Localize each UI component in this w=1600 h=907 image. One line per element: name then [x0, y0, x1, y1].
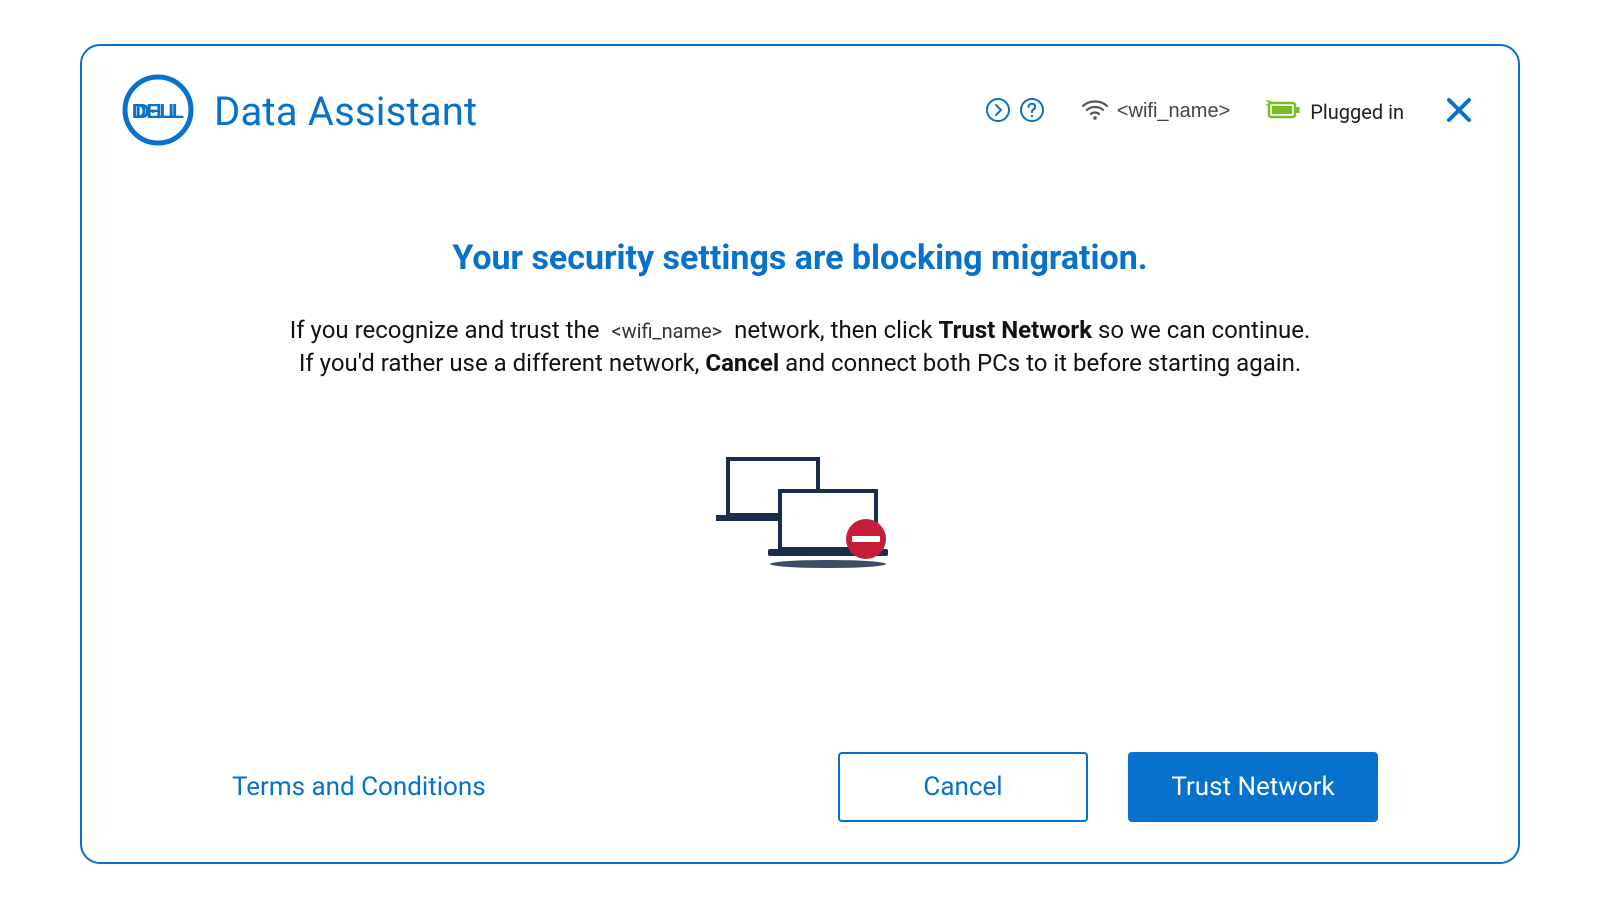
app-window: D⋅LL DELL Data Assistant [80, 44, 1520, 864]
app-title: Data Assistant [214, 88, 477, 135]
two-laptops-blocked-icon [700, 451, 900, 585]
footer-bar: Terms and Conditions Cancel Trust Networ… [122, 752, 1478, 822]
wifi-status: <wifi_name> [1081, 99, 1230, 125]
body-text-segment: and connect both PCs to it before starti… [785, 349, 1301, 377]
page-headline: Your security settings are blocking migr… [452, 238, 1147, 278]
header-icon-group [985, 97, 1045, 127]
dell-logo-icon: D⋅LL DELL [122, 74, 194, 150]
header-right: <wifi_name> Plugged in [985, 91, 1478, 133]
body-text-segment: If you'd rather use a different network, [299, 349, 700, 377]
action-buttons: Cancel Trust Network [838, 752, 1378, 822]
wifi-name-label: <wifi_name> [1117, 100, 1230, 123]
body-text-segment: so we can continue. [1098, 316, 1310, 344]
battery-plugged-icon [1266, 99, 1302, 125]
main-content: Your security settings are blocking migr… [122, 150, 1478, 752]
cancel-button[interactable]: Cancel [838, 752, 1088, 822]
svg-text:DELL: DELL [132, 101, 184, 123]
body-text-segment: If you recognize and trust the [290, 316, 600, 344]
body-bold-cancel: Cancel [705, 349, 779, 377]
next-circle-icon[interactable] [985, 97, 1011, 127]
trust-network-button[interactable]: Trust Network [1128, 752, 1378, 822]
page-body-text: If you recognize and trust the <wifi_nam… [290, 314, 1311, 381]
power-status-label: Plugged in [1310, 100, 1404, 124]
header-bar: D⋅LL DELL Data Assistant [122, 74, 1478, 150]
body-wifi-placeholder: <wifi_name> [605, 319, 728, 343]
brand-block: D⋅LL DELL Data Assistant [122, 74, 477, 150]
close-icon [1444, 95, 1474, 125]
power-status: Plugged in [1266, 99, 1404, 125]
body-text-segment: network, then click [734, 316, 933, 344]
body-bold-trust: Trust Network [939, 316, 1093, 344]
wifi-icon [1081, 99, 1109, 125]
terms-and-conditions-link[interactable]: Terms and Conditions [232, 772, 486, 802]
help-circle-icon[interactable] [1019, 97, 1045, 127]
close-button[interactable] [1440, 91, 1478, 133]
